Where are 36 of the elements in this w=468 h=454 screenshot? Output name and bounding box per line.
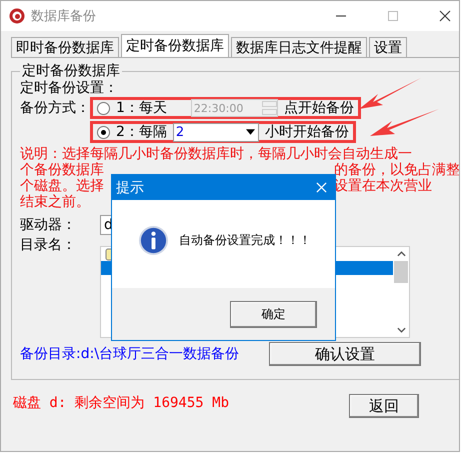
option-suffix: 点开始备份 (284, 99, 354, 117)
drive-label: 驱动器： (20, 216, 77, 234)
note-text: 结束之前。 (20, 194, 90, 210)
scroll-up-icon[interactable] (396, 251, 406, 257)
group-title: 定时备份数据库 (21, 62, 121, 80)
caret-icon[interactable] (246, 129, 255, 135)
scroll-down-icon[interactable] (396, 327, 406, 333)
tab[interactable]: 数据库日志文件提醒 (231, 37, 367, 57)
tab[interactable]: 设置 (369, 37, 407, 57)
option-label: 1：每天 (116, 99, 167, 117)
dialog-title: 提示 (116, 178, 144, 196)
annotation-arrow (370, 109, 439, 136)
tab[interactable]: 定时备份数据库 (121, 34, 229, 57)
window-title: 数据库备份 (31, 8, 96, 25)
app-icon (9, 8, 25, 24)
ok-button[interactable]: 确定 (230, 300, 317, 328)
dialog-message: 自动备份设置完成！！！ (179, 232, 311, 248)
scroll-thumb[interactable] (394, 261, 408, 283)
disk-space-text: 磁盘 d: 剩余空间为 169455 Mb (13, 394, 230, 412)
radio-button[interactable] (97, 126, 110, 138)
tab[interactable]: 即时备份数据库 (11, 37, 119, 57)
option-label: 2：每隔 (116, 123, 167, 141)
note-text: 设置在本次营业 (334, 178, 433, 194)
info-icon (138, 224, 169, 256)
settings-heading: 定时备份设置： (20, 80, 118, 96)
backup-directory-text: 备份目录:d:\台球厅三合一数据备份 (20, 345, 240, 363)
hours-dropdown[interactable]: 2 (172, 122, 259, 142)
note-text: 说明：选择每隔几小时备份数据库时，每隔几小时会自动生成一 (20, 146, 412, 162)
directory-label: 目录名： (20, 236, 77, 254)
return-button[interactable]: 返回 (349, 394, 419, 418)
note-text: 个备份数据库 (20, 162, 104, 178)
close-icon[interactable] (439, 10, 451, 22)
confirm-button[interactable]: 确认设置 (269, 342, 422, 366)
note-text: 个磁盘。选择 (20, 178, 104, 194)
mode-label: 备份方式： (20, 99, 90, 117)
option-suffix: 小时开始备份 (264, 123, 349, 141)
